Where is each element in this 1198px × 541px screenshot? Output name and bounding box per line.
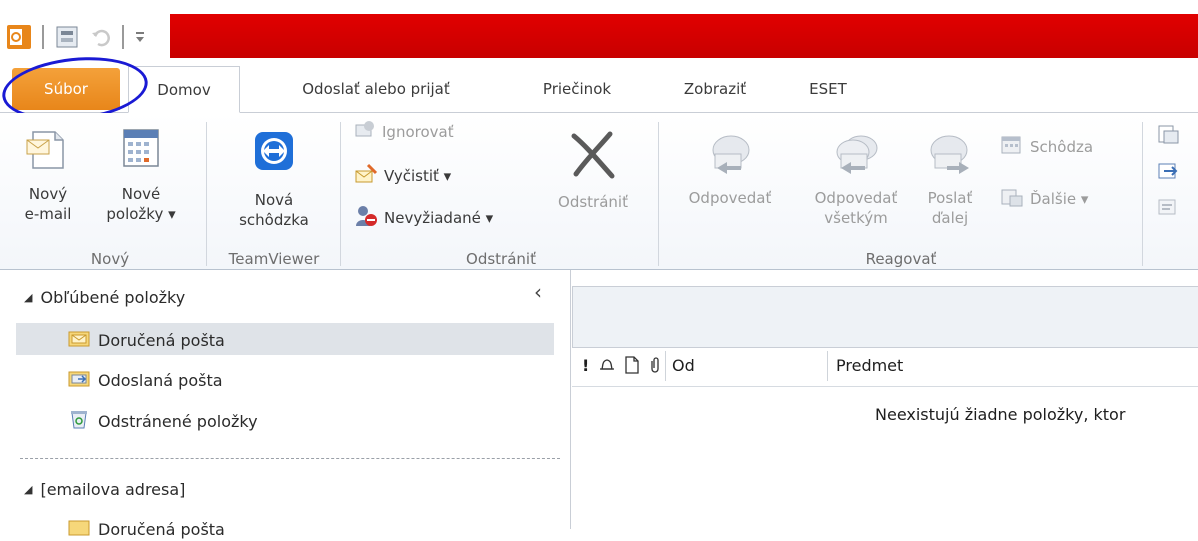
nav-item-account-inbox[interactable]: Doručená pošta xyxy=(68,517,225,541)
reply-all-icon xyxy=(829,130,883,180)
account-inbox-label: Doručená pošta xyxy=(98,519,225,539)
nav-divider xyxy=(20,458,560,459)
delete-button[interactable]: Odstrániť xyxy=(538,130,648,212)
forward-icon xyxy=(925,130,975,180)
tab-folder[interactable]: Priečinok xyxy=(512,66,642,112)
sent-folder-icon xyxy=(68,368,90,392)
teamviewer-icon xyxy=(253,130,295,176)
junk-button[interactable]: Nevyžiadané ▾ xyxy=(354,204,493,232)
recycle-bin-icon xyxy=(68,408,90,434)
new-email-icon xyxy=(25,126,71,176)
sent-label: Odoslaná pošta xyxy=(98,370,223,390)
group-separator xyxy=(1142,122,1143,266)
new-items-label-1: Nové xyxy=(121,185,161,203)
meeting-button[interactable]: Schôdza xyxy=(1000,134,1093,160)
qat-separator xyxy=(122,25,124,49)
tab-eset[interactable]: ESET xyxy=(790,66,866,112)
ignore-label: Ignorovať xyxy=(382,123,454,141)
group-separator xyxy=(340,122,341,266)
qat-separator xyxy=(42,25,44,49)
group-separator xyxy=(206,122,207,266)
title-bar-fill xyxy=(170,14,1198,58)
favorites-header[interactable]: ◢ Obľúbené položky xyxy=(24,288,185,307)
col-from[interactable]: Od xyxy=(672,356,695,375)
new-meeting-label-2: schôdzka xyxy=(239,211,309,229)
reminder-bell-icon[interactable] xyxy=(598,356,616,378)
group-label-teamviewer: TeamViewer xyxy=(228,250,320,268)
new-items-button[interactable]: Nové položky ▾ xyxy=(98,126,184,224)
deleted-label: Odstránené položky xyxy=(98,411,258,431)
new-items-label-2: položky ▾ xyxy=(106,205,176,223)
forward-button[interactable]: Poslať ďalej xyxy=(914,130,986,228)
nav-item-sent[interactable]: Odoslaná pošta xyxy=(68,368,223,392)
reply-icon xyxy=(705,130,755,180)
rules-icon[interactable] xyxy=(1156,196,1180,222)
new-meeting-label-1: Nová xyxy=(254,191,294,209)
meeting-label: Schôdza xyxy=(1030,138,1094,156)
outlook-app-icon[interactable] xyxy=(6,24,32,50)
column-separator xyxy=(827,351,828,381)
quick-step-icon[interactable] xyxy=(1156,124,1180,150)
nav-item-deleted[interactable]: Odstránené položky xyxy=(68,408,258,434)
item-type-icon[interactable] xyxy=(624,356,640,378)
reply-label: Odpovedať xyxy=(688,189,772,207)
forward-label-2: ďalej xyxy=(931,209,969,227)
calendar-icon xyxy=(118,126,164,176)
ignore-icon xyxy=(354,120,376,144)
attachment-icon[interactable] xyxy=(648,356,662,378)
inbox-folder-icon xyxy=(68,517,90,541)
meeting-icon xyxy=(1000,134,1024,160)
empty-list-message: Neexistujú žiadne položky, ktor xyxy=(875,405,1126,424)
move-to-folder-icon[interactable] xyxy=(1156,160,1180,186)
delete-label: Odstrániť xyxy=(558,193,628,211)
send-receive-icon[interactable] xyxy=(54,24,80,50)
new-email-label-1: Nový xyxy=(28,185,68,203)
reply-all-label-1: Odpovedať xyxy=(814,189,898,207)
inbox-folder-icon xyxy=(68,328,90,352)
account-label: [emailova adresa] xyxy=(40,480,186,499)
new-email-label-2: e-mail xyxy=(24,205,72,223)
tab-send-receive[interactable]: Odoslať alebo prijať xyxy=(262,66,490,112)
junk-icon xyxy=(354,204,378,232)
customize-qat-icon[interactable] xyxy=(134,29,146,45)
clean-up-label: Vyčistiť ▾ xyxy=(384,167,452,185)
nav-item-inbox[interactable]: Doručená pošta xyxy=(68,328,225,352)
new-email-button[interactable]: Nový e-mail xyxy=(20,126,76,224)
reply-button[interactable]: Odpovedať xyxy=(666,130,794,208)
clean-up-button[interactable]: Vyčistiť ▾ xyxy=(354,163,451,189)
undo-icon[interactable] xyxy=(90,26,112,48)
account-header[interactable]: ◢ [emailova adresa] xyxy=(24,480,185,499)
quick-access-toolbar xyxy=(6,20,146,54)
collapse-nav-button[interactable]: ‹ xyxy=(534,280,542,304)
group-label-new: Nový xyxy=(90,250,130,268)
group-label-respond: Reagovať xyxy=(865,250,937,268)
more-icon xyxy=(1000,186,1024,212)
delete-x-icon xyxy=(568,130,618,184)
more-label: Ďalšie ▾ xyxy=(1030,190,1089,208)
tab-view[interactable]: Zobraziť xyxy=(660,66,770,112)
group-label-delete: Odstrániť xyxy=(466,250,536,268)
favorites-label: Obľúbené položky xyxy=(40,288,186,307)
expand-triangle-icon: ◢ xyxy=(24,291,33,304)
more-button[interactable]: Ďalšie ▾ xyxy=(1000,186,1088,212)
col-subject[interactable]: Predmet xyxy=(836,356,903,375)
reply-all-button[interactable]: Odpovedať všetkým xyxy=(796,130,916,228)
expand-triangle-icon: ◢ xyxy=(24,483,33,496)
search-bar-area xyxy=(572,286,1198,347)
reply-all-label-2: všetkým xyxy=(824,209,888,227)
forward-label-1: Poslať xyxy=(927,189,973,207)
col-importance[interactable]: ! xyxy=(582,356,589,375)
junk-label: Nevyžiadané ▾ xyxy=(384,209,494,227)
column-separator xyxy=(665,351,666,381)
inbox-label: Doručená pošta xyxy=(98,330,225,350)
new-meeting-button[interactable]: Nová schôdzka xyxy=(222,130,326,230)
ignore-button[interactable]: Ignorovať xyxy=(354,120,454,144)
group-separator xyxy=(658,122,659,266)
clean-up-icon xyxy=(354,163,378,189)
